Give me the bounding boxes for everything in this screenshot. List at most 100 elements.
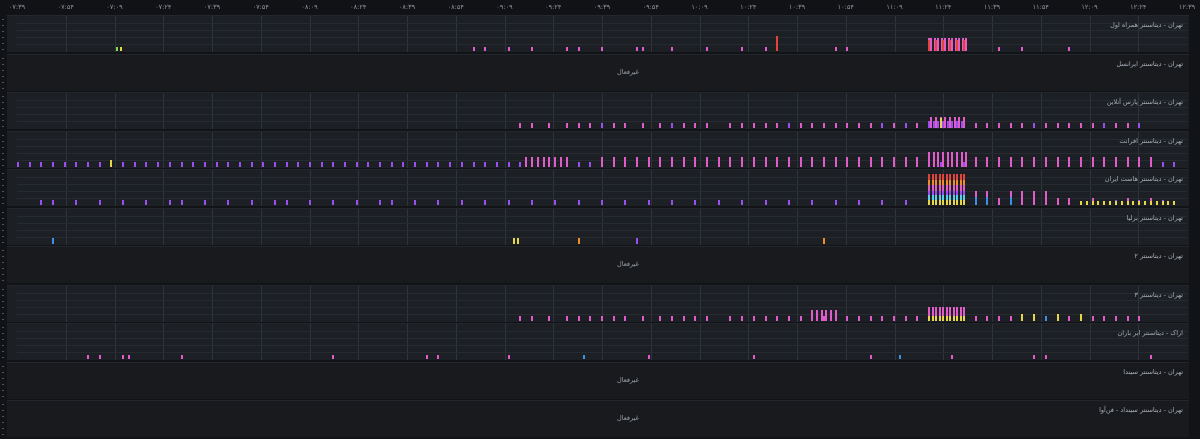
- event-bar[interactable]: [1091, 122, 1094, 128]
- event-bar[interactable]: [40, 200, 43, 205]
- event-bar[interactable]: [952, 315, 955, 321]
- event-bar[interactable]: [320, 162, 323, 167]
- event-bar[interactable]: [1009, 156, 1012, 167]
- event-bar[interactable]: [928, 152, 931, 167]
- event-bar[interactable]: [764, 156, 767, 167]
- event-bar[interactable]: [820, 310, 823, 321]
- event-bar[interactable]: [227, 200, 230, 205]
- event-bar[interactable]: [641, 122, 644, 128]
- event-bar[interactable]: [1044, 315, 1047, 321]
- event-bar[interactable]: [1044, 156, 1047, 167]
- event-bar[interactable]: [764, 200, 767, 205]
- event-bar[interactable]: [98, 354, 101, 359]
- event-bar[interactable]: [548, 122, 551, 128]
- event-bar[interactable]: [262, 162, 265, 167]
- event-bar[interactable]: [601, 156, 603, 167]
- event-bar[interactable]: [857, 122, 860, 128]
- event-bar[interactable]: [437, 354, 440, 359]
- event-bar[interactable]: [565, 315, 568, 321]
- event-bar[interactable]: [998, 315, 1001, 321]
- event-bar[interactable]: [960, 120, 963, 128]
- event-bar[interactable]: [956, 40, 959, 51]
- event-bar[interactable]: [127, 354, 130, 359]
- event-bar[interactable]: [960, 152, 963, 167]
- event-bar[interactable]: [1161, 200, 1164, 205]
- event-bar[interactable]: [1068, 122, 1071, 128]
- event-bar[interactable]: [612, 122, 615, 128]
- event-bar[interactable]: [390, 200, 393, 205]
- event-bar[interactable]: [949, 315, 952, 321]
- datacenter-panel[interactable]: تهران - دیتاسنتر سینداد - فن‌آوا غیرفعال: [2, 400, 1189, 437]
- event-bar[interactable]: [647, 354, 650, 359]
- event-bar[interactable]: [203, 162, 206, 167]
- event-bar[interactable]: [764, 46, 767, 51]
- event-bar[interactable]: [1114, 200, 1117, 205]
- event-bar[interactable]: [717, 156, 720, 167]
- event-bar[interactable]: [893, 156, 895, 167]
- event-bar[interactable]: [119, 46, 122, 51]
- event-bar[interactable]: [250, 200, 253, 205]
- event-bar[interactable]: [998, 46, 1001, 51]
- event-bar[interactable]: [965, 152, 968, 167]
- event-bar[interactable]: [799, 156, 802, 167]
- event-bar[interactable]: [519, 315, 522, 321]
- event-bar[interactable]: [75, 200, 78, 205]
- event-bar[interactable]: [122, 200, 125, 205]
- event-bar[interactable]: [355, 162, 358, 167]
- event-bar[interactable]: [215, 162, 218, 167]
- event-bar[interactable]: [846, 156, 849, 167]
- event-bar[interactable]: [764, 315, 767, 321]
- event-bar[interactable]: [180, 354, 183, 359]
- event-bar[interactable]: [1167, 200, 1170, 205]
- event-bar[interactable]: [1103, 200, 1106, 205]
- event-bar[interactable]: [583, 354, 586, 359]
- event-bar[interactable]: [938, 200, 941, 205]
- event-bar[interactable]: [857, 200, 860, 205]
- event-bar[interactable]: [815, 310, 818, 321]
- event-bar[interactable]: [931, 315, 934, 321]
- event-bar[interactable]: [942, 315, 945, 321]
- event-bar[interactable]: [1091, 315, 1094, 321]
- event-bar[interactable]: [542, 156, 545, 167]
- event-bar[interactable]: [157, 162, 160, 167]
- event-bar[interactable]: [1044, 354, 1047, 359]
- event-bar[interactable]: [741, 200, 744, 205]
- event-bar[interactable]: [776, 315, 779, 321]
- event-bar[interactable]: [776, 156, 779, 167]
- datacenter-panel[interactable]: تهران - دیتاسنتر ۳: [2, 284, 1189, 322]
- event-bar[interactable]: [122, 162, 125, 167]
- event-bar[interactable]: [752, 354, 755, 359]
- event-bar[interactable]: [647, 156, 650, 167]
- event-bar[interactable]: [949, 200, 952, 205]
- event-bar[interactable]: [822, 156, 825, 167]
- event-bar[interactable]: [1114, 122, 1117, 128]
- event-bar[interactable]: [857, 315, 860, 321]
- event-bar[interactable]: [507, 200, 510, 205]
- event-bar[interactable]: [530, 315, 533, 321]
- event-bar[interactable]: [1021, 122, 1024, 128]
- event-bar[interactable]: [1033, 122, 1036, 128]
- event-bar[interactable]: [525, 156, 528, 167]
- datacenter-panel[interactable]: تهران - دیتاسنتر برلیا: [2, 207, 1189, 245]
- event-bar[interactable]: [180, 162, 183, 167]
- event-bar[interactable]: [834, 200, 837, 205]
- event-bar[interactable]: [935, 315, 938, 321]
- event-bar[interactable]: [706, 156, 709, 167]
- event-bar[interactable]: [1009, 122, 1012, 128]
- event-bar[interactable]: [898, 354, 901, 359]
- event-bar[interactable]: [355, 200, 358, 205]
- event-bar[interactable]: [963, 315, 966, 321]
- event-bar[interactable]: [624, 200, 627, 205]
- event-bar[interactable]: [671, 315, 674, 321]
- event-bar[interactable]: [612, 315, 615, 321]
- event-bar[interactable]: [869, 156, 872, 167]
- event-bar[interactable]: [1103, 156, 1106, 167]
- event-bar[interactable]: [227, 162, 230, 167]
- event-bar[interactable]: [694, 200, 697, 205]
- event-bar[interactable]: [951, 120, 954, 128]
- event-bar[interactable]: [729, 156, 732, 167]
- event-bar[interactable]: [560, 156, 563, 167]
- event-bar[interactable]: [98, 162, 101, 167]
- event-bar[interactable]: [881, 122, 884, 128]
- event-bar[interactable]: [956, 120, 959, 128]
